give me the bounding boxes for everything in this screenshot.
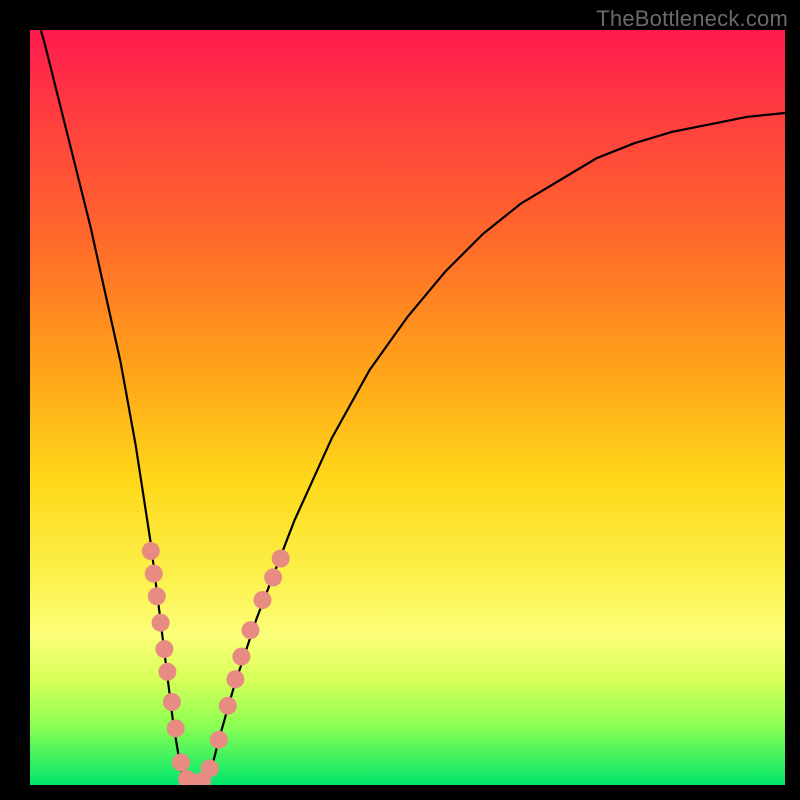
marker-point — [242, 621, 260, 639]
marker-point — [210, 731, 228, 749]
marker-point — [232, 648, 250, 666]
marker-point — [226, 670, 244, 688]
marker-point — [172, 753, 190, 771]
plot-area — [30, 30, 785, 785]
marker-point — [201, 759, 219, 777]
bottleneck-curve — [30, 30, 785, 785]
marker-point — [145, 565, 163, 583]
marker-point — [254, 591, 272, 609]
marker-point — [142, 542, 160, 560]
marker-point — [152, 614, 170, 632]
marker-point — [155, 640, 173, 658]
marker-point — [219, 697, 237, 715]
marker-point — [167, 719, 185, 737]
marker-point — [158, 663, 176, 681]
marker-point — [264, 568, 282, 586]
chart-frame: TheBottleneck.com — [0, 0, 800, 800]
watermark-text: TheBottleneck.com — [596, 6, 788, 32]
marker-point — [148, 587, 166, 605]
chart-svg — [30, 30, 785, 785]
marker-point — [163, 693, 181, 711]
marker-point — [272, 550, 290, 568]
